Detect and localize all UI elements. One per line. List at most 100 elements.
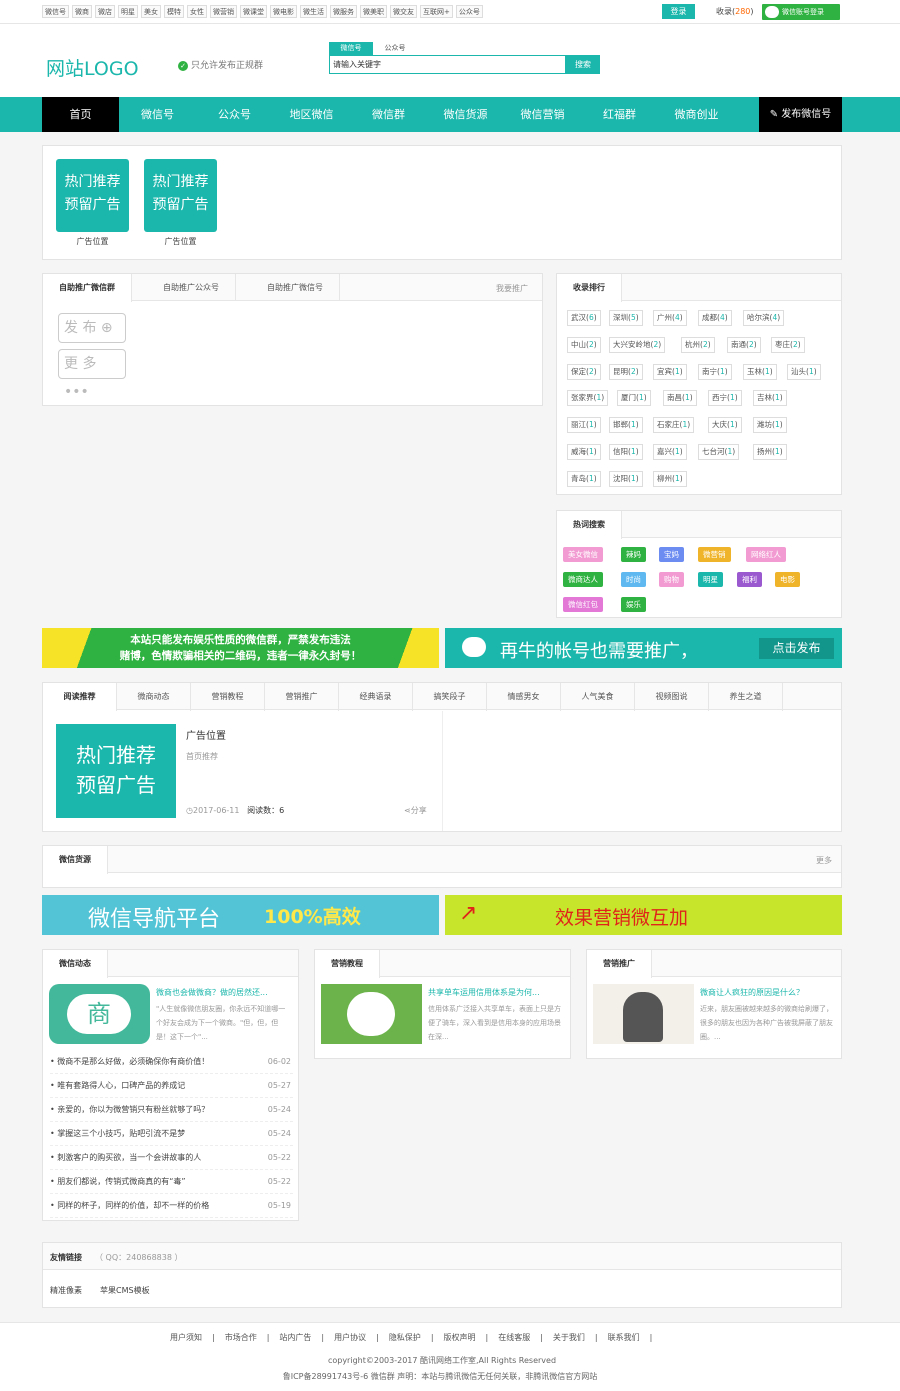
dynamics-list-item[interactable]: • 唯有套路得人心，口碑产品的养成记 05-27 bbox=[50, 1074, 293, 1098]
dynamics-list-item[interactable]: • 刺激客户的购买欲，当一个会讲故事的人 05-22 bbox=[50, 1146, 293, 1170]
nav-groups[interactable]: 微信群 bbox=[350, 97, 427, 132]
publish-button[interactable]: ✎ 发布微信号 bbox=[759, 97, 842, 132]
reading-tab[interactable]: 情感男女 bbox=[487, 683, 561, 711]
tutorial-lead-title[interactable]: 共享单车运用信用体系是为何... bbox=[428, 987, 540, 998]
city-tag[interactable]: 汕头(1) bbox=[787, 363, 821, 380]
city-tag[interactable]: 枣庄(2) bbox=[771, 336, 805, 353]
hot-tag[interactable]: 宝妈 bbox=[659, 547, 684, 562]
city-tag[interactable]: 玉林(1) bbox=[743, 363, 777, 380]
nav-home[interactable]: 首页 bbox=[42, 97, 119, 132]
top-link[interactable]: 微课堂 bbox=[240, 5, 267, 18]
top-link[interactable]: 微店 bbox=[95, 5, 115, 18]
city-tag[interactable]: 深圳(5) bbox=[609, 310, 643, 326]
hot-tag[interactable]: 福利 bbox=[737, 572, 762, 587]
city-tag[interactable]: 厦门(1) bbox=[617, 390, 651, 407]
promo-link[interactable]: 我要推广 bbox=[496, 283, 528, 294]
top-link[interactable]: 模特 bbox=[164, 5, 184, 18]
dynamics-lead-title[interactable]: 微商也会做微商？做的居然还... bbox=[156, 987, 268, 998]
footer-link[interactable]: 用户须知 bbox=[170, 1333, 202, 1342]
dynamics-item-title[interactable]: 同样的杯子，同样的价值，却不一样的价格 bbox=[57, 1201, 209, 1210]
search-tab-wechat[interactable]: 微信号 bbox=[329, 42, 373, 55]
top-link[interactable]: 微生活 bbox=[300, 5, 327, 18]
tab-promo-wechat[interactable]: 自助推广微信号 bbox=[251, 274, 340, 301]
top-link[interactable]: 公众号 bbox=[455, 5, 483, 18]
marketing-banner[interactable]: ↗ 效果营销微互加 bbox=[445, 895, 842, 935]
publish-banner[interactable]: 再牛的帐号也需要推广， 点击发布 bbox=[445, 628, 842, 668]
nav-startup[interactable]: 微商创业 bbox=[658, 97, 735, 132]
top-link[interactable]: 女性 bbox=[187, 5, 207, 18]
friend-link-1[interactable]: 精准像素 bbox=[50, 1285, 82, 1296]
reading-title[interactable]: 广告位置 bbox=[186, 727, 226, 742]
login-button[interactable]: 登录 bbox=[662, 4, 695, 19]
hot-tag[interactable]: 娱乐 bbox=[621, 597, 646, 612]
footer-link[interactable]: 关于我们 bbox=[553, 1333, 585, 1342]
city-tag[interactable]: 邯郸(1) bbox=[609, 417, 643, 434]
dynamics-item-title[interactable]: 唯有套路得人心，口碑产品的养成记 bbox=[57, 1081, 185, 1090]
tab-promo-official[interactable]: 自助推广公众号 bbox=[147, 274, 236, 301]
city-tag[interactable]: 哈尔滨(4) bbox=[743, 310, 785, 326]
city-tag[interactable]: 柳州(1) bbox=[653, 470, 687, 487]
goods-more-link[interactable]: 更多 bbox=[816, 855, 832, 866]
dynamics-item-title[interactable]: 朋友们都说，传销式微商真的有“毒” bbox=[57, 1177, 185, 1186]
wechat-login-button[interactable]: 微信账号登录 bbox=[762, 4, 840, 20]
city-tag[interactable]: 扬州(1) bbox=[753, 444, 787, 460]
footer-link[interactable]: 市场合作 bbox=[225, 1333, 257, 1342]
reading-tab[interactable]: 养生之道 bbox=[709, 683, 783, 711]
city-tag[interactable]: 张家界(1) bbox=[567, 390, 609, 407]
footer-link[interactable]: 用户协议 bbox=[334, 1333, 366, 1342]
hot-tag[interactable]: 辣妈 bbox=[621, 547, 646, 562]
footer-link[interactable]: 联系我们 bbox=[608, 1333, 640, 1342]
hot-tag[interactable]: 微商达人 bbox=[563, 572, 603, 587]
reading-tab[interactable]: 视频图说 bbox=[635, 683, 709, 711]
footer-link[interactable]: 版权声明 bbox=[444, 1333, 476, 1342]
city-tag[interactable]: 嘉兴(1) bbox=[653, 444, 687, 460]
top-link[interactable]: 微电影 bbox=[270, 5, 297, 18]
city-tag[interactable]: 宜宾(1) bbox=[653, 363, 687, 380]
nav-marketing[interactable]: 微信营销 bbox=[504, 97, 581, 132]
city-tag[interactable]: 大庆(1) bbox=[708, 417, 742, 434]
dynamics-list-item[interactable]: • 朋友们都说，传销式微商真的有“毒” 05-22 bbox=[50, 1170, 293, 1194]
city-tag[interactable]: 成都(4) bbox=[698, 310, 732, 326]
dynamics-item-title[interactable]: 掌握这三个小技巧，贴吧引流不是梦 bbox=[57, 1129, 185, 1138]
top-link[interactable]: 美女 bbox=[141, 5, 161, 18]
ad-tile-1[interactable]: 热门推荐 预留广告 bbox=[56, 159, 129, 232]
top-link[interactable]: 微营销 bbox=[210, 5, 237, 18]
search-input[interactable]: 请输入关键字 bbox=[329, 55, 566, 74]
city-tag[interactable]: 昆明(2) bbox=[609, 363, 643, 380]
city-tag[interactable]: 七台河(1) bbox=[698, 444, 740, 460]
tab-promo-group[interactable]: 自助推广微信群 bbox=[43, 274, 132, 302]
city-tag[interactable]: 南通(2) bbox=[727, 336, 761, 353]
reading-ad-image[interactable]: 热门推荐 预留广告 bbox=[56, 724, 176, 818]
city-tag[interactable]: 南昌(1) bbox=[663, 390, 697, 407]
footer-link[interactable]: 隐私保护 bbox=[389, 1333, 421, 1342]
city-tag[interactable]: 信阳(1) bbox=[609, 444, 643, 460]
city-tag[interactable]: 吉林(1) bbox=[753, 390, 787, 407]
top-link[interactable]: 微美职 bbox=[360, 5, 387, 18]
city-tag[interactable]: 丽江(1) bbox=[567, 417, 601, 434]
city-tag[interactable]: 青岛(1) bbox=[567, 470, 601, 487]
city-tag[interactable]: 沈阳(1) bbox=[609, 470, 643, 487]
dynamics-image[interactable]: 商 bbox=[49, 984, 150, 1044]
reading-tab[interactable]: 人气美食 bbox=[561, 683, 635, 711]
city-tag[interactable]: 保定(2) bbox=[567, 363, 601, 380]
ad-tile-2[interactable]: 热门推荐 预留广告 bbox=[144, 159, 217, 232]
reading-tab[interactable]: 营销推广 bbox=[265, 683, 339, 711]
hot-tag[interactable]: 明星 bbox=[698, 572, 723, 587]
nav-official[interactable]: 公众号 bbox=[196, 97, 273, 132]
footer-link[interactable]: 站内广告 bbox=[279, 1333, 311, 1342]
publish-group-button[interactable]: 发 布 ⊕ bbox=[58, 313, 126, 343]
dynamics-item-title[interactable]: 亲爱的，你以为微营销只有粉丝就够了吗？ bbox=[57, 1105, 209, 1114]
more-button[interactable]: 更 多 ••• bbox=[58, 349, 126, 400]
city-tag[interactable]: 潍坊(1) bbox=[753, 417, 787, 434]
city-tag[interactable]: 威海(1) bbox=[567, 444, 601, 460]
friend-link-2[interactable]: 苹果CMS模板 bbox=[100, 1285, 150, 1296]
hot-tag[interactable]: 网络红人 bbox=[746, 547, 786, 562]
city-tag[interactable]: 杭州(2) bbox=[681, 336, 715, 353]
dynamics-list-item[interactable]: • 同样的杯子，同样的价值，却不一样的价格 05-19 bbox=[50, 1194, 293, 1218]
city-tag[interactable]: 南宁(1) bbox=[698, 363, 732, 380]
top-link[interactable]: 微信号 bbox=[42, 5, 69, 18]
top-link[interactable]: 微商 bbox=[72, 5, 92, 18]
hot-tag[interactable]: 时尚 bbox=[621, 572, 646, 587]
dynamics-list-item[interactable]: • 亲爱的，你以为微营销只有粉丝就够了吗？ 05-24 bbox=[50, 1098, 293, 1122]
dynamics-item-title[interactable]: 微商不是那么好做，必须确保你有商价值！ bbox=[57, 1057, 209, 1066]
